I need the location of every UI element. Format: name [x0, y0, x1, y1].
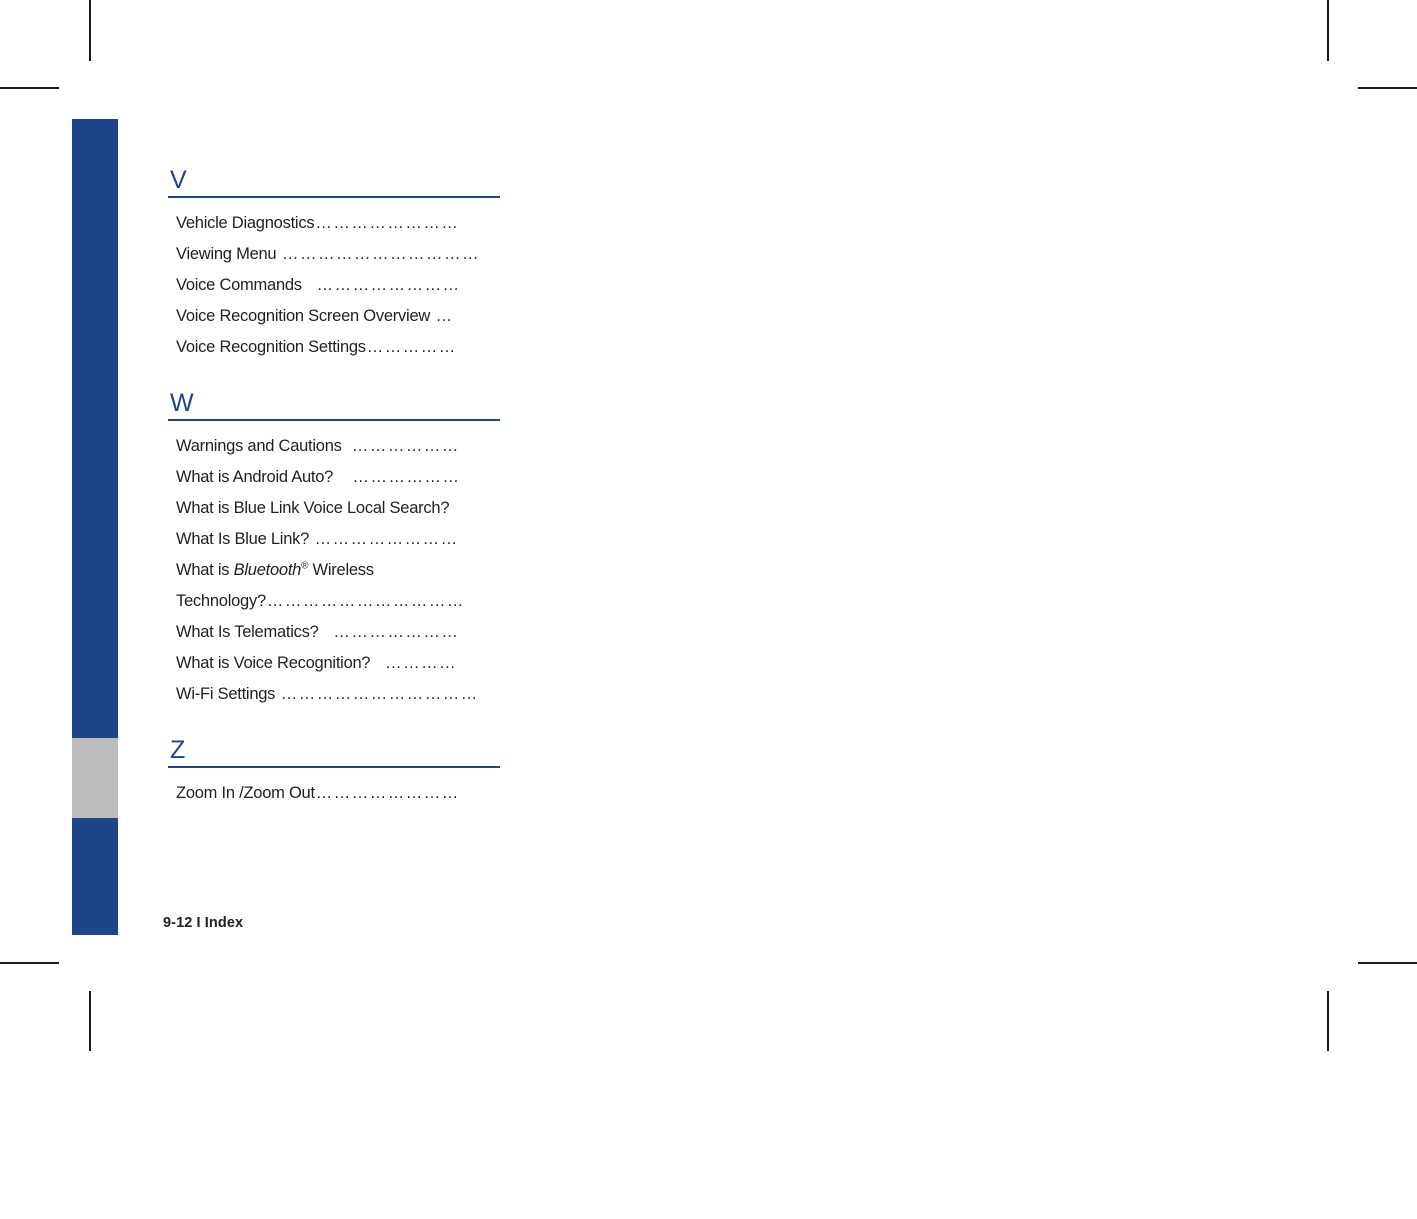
- page-footer: 9-12 I Index: [163, 915, 244, 931]
- index-entry[interactable]: Zoom In /Zoom Out……………………5-3: [168, 778, 500, 809]
- index-column: VVehicle Diagnostics……………………4-7Viewing M…: [168, 168, 500, 809]
- index-section-z: ZZoom In /Zoom Out……………………5-3: [168, 738, 500, 809]
- index-page: VVehicle Diagnostics……………………4-7Viewing M…: [0, 0, 1417, 1051]
- index-entry-page-number: 5-3: [168, 168, 1417, 1219]
